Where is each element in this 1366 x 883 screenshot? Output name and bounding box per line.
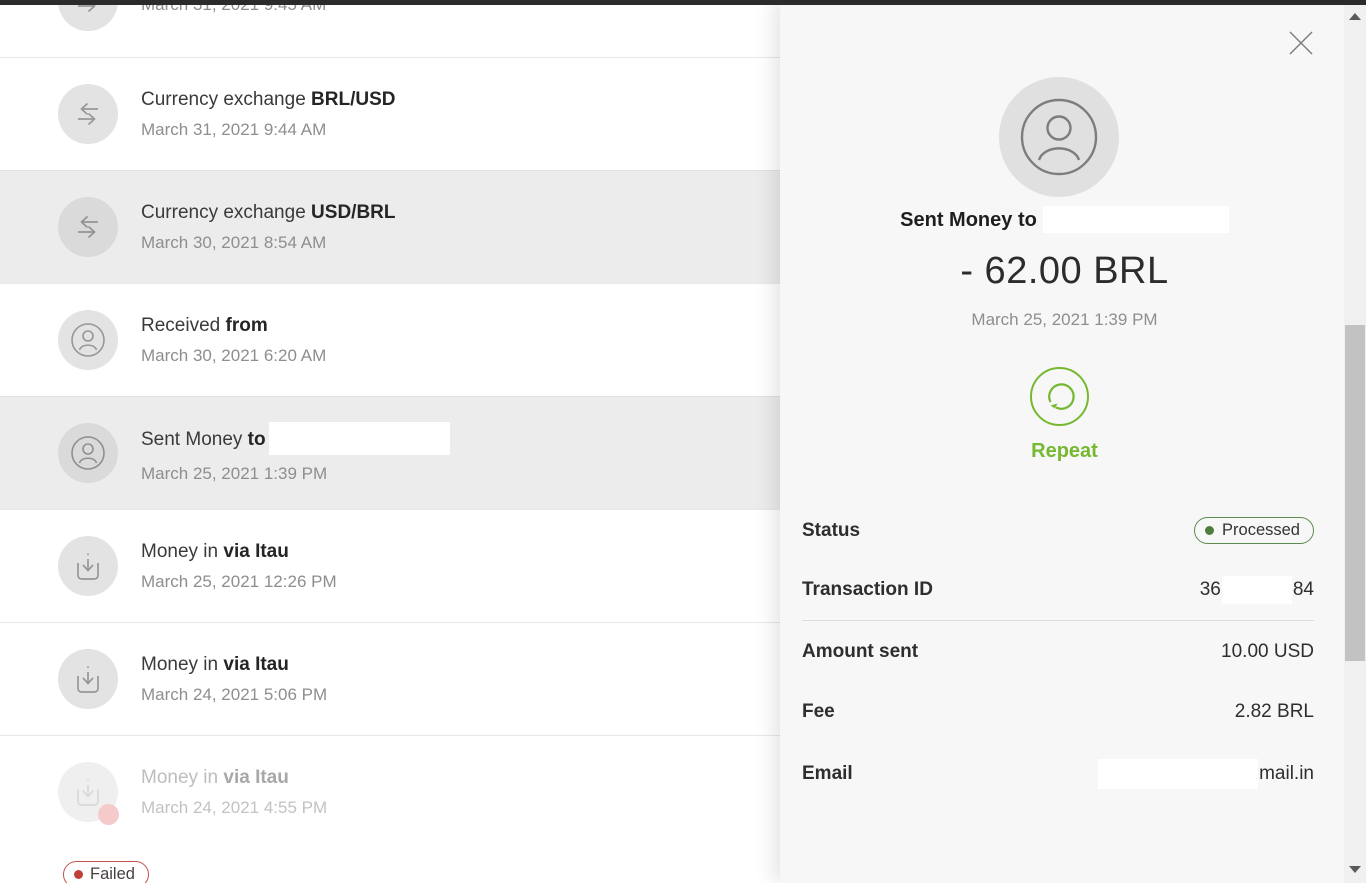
list-item[interactable]: Money in via Itau March 25, 2021 12:26 P… <box>0 509 780 622</box>
person-icon <box>58 310 118 370</box>
transactions-page: March 31, 2021 9:45 AM Currency exchange… <box>0 0 1366 883</box>
scrollbar-thumb[interactable] <box>1345 325 1365 661</box>
panel-title: Sent Money to <box>780 206 1349 233</box>
failed-badge-label: Failed <box>90 865 135 883</box>
status-label: Status <box>802 520 860 542</box>
scrollbar[interactable] <box>1344 0 1366 883</box>
close-icon[interactable] <box>1288 30 1314 56</box>
email-label: Email <box>802 763 853 785</box>
currency-exchange-icon <box>58 197 118 257</box>
transaction-list: March 31, 2021 9:45 AM Currency exchange… <box>0 0 780 883</box>
list-item[interactable]: Currency exchange USD/BRL March 30, 2021… <box>0 170 780 283</box>
email-row: Email mail.in <box>802 759 1314 789</box>
list-item[interactable]: Money in via Itau March 24, 2021 4:55 PM <box>0 735 780 848</box>
failed-indicator-dot <box>98 804 119 825</box>
fee-row: Fee 2.82 BRL <box>802 701 1314 723</box>
amount-sent-row: Amount sent 10.00 USD <box>802 641 1314 663</box>
transaction-date: March 31, 2021 9:44 AM <box>141 120 396 140</box>
failed-dot-icon <box>74 870 83 879</box>
transaction-amount: - 62.00 BRL <box>780 250 1349 293</box>
repeat-button[interactable]: Repeat <box>780 440 1349 463</box>
transaction-date: March 25, 2021 12:26 PM <box>141 572 337 592</box>
email-value: mail.in <box>1098 759 1314 789</box>
top-dark-bar <box>0 0 1366 5</box>
amount-sent-label: Amount sent <box>802 641 918 663</box>
list-item[interactable]: Money in via Itau March 24, 2021 5:06 PM <box>0 622 780 735</box>
transaction-datetime: March 25, 2021 1:39 PM <box>780 310 1349 330</box>
list-item[interactable]: March 31, 2021 9:45 AM <box>0 0 780 57</box>
currency-exchange-icon <box>58 84 118 144</box>
transaction-title: Currency exchange USD/BRL <box>141 202 396 224</box>
transaction-date: March 24, 2021 4:55 PM <box>141 798 327 818</box>
transaction-date: March 25, 2021 1:39 PM <box>141 464 450 484</box>
amount-sent-value: 10.00 USD <box>1221 641 1314 663</box>
transaction-title: Sent Money to <box>141 422 450 455</box>
status-row: Status Processed <box>802 517 1314 544</box>
recipient-avatar <box>999 77 1119 197</box>
detail-divider <box>802 620 1314 621</box>
redacted-recipient-name <box>269 422 450 455</box>
scroll-down-arrow-icon[interactable] <box>1349 866 1361 873</box>
transaction-title: Received from <box>141 315 326 337</box>
failed-status-badge: Failed <box>63 861 149 883</box>
transaction-title: Currency exchange BRL/USD <box>141 89 396 111</box>
fee-label: Fee <box>802 701 835 723</box>
redacted-email <box>1098 759 1258 789</box>
transaction-detail-panel: Sent Money to - 62.00 BRL March 25, 2021… <box>780 0 1349 883</box>
redacted-transaction-id <box>1222 576 1292 604</box>
transaction-id-value: 3684 <box>1200 576 1314 604</box>
transaction-title: Money in via Itau <box>141 541 337 563</box>
scroll-up-arrow-icon[interactable] <box>1349 13 1361 20</box>
transaction-date: March 24, 2021 5:06 PM <box>141 685 327 705</box>
transaction-date: March 30, 2021 8:54 AM <box>141 233 396 253</box>
transaction-date: March 30, 2021 6:20 AM <box>141 346 326 366</box>
list-item[interactable]: Currency exchange BRL/USD March 31, 2021… <box>0 57 780 170</box>
fee-value: 2.82 BRL <box>1235 701 1314 723</box>
redacted-recipient-name <box>1043 206 1229 233</box>
transaction-title: Money in via Itau <box>141 654 327 676</box>
status-badge: Processed <box>1194 517 1314 544</box>
person-icon <box>58 423 118 483</box>
transaction-title: Money in via Itau <box>141 767 327 789</box>
status-dot-icon <box>1205 526 1214 535</box>
money-in-icon <box>58 649 118 709</box>
status-value: Processed <box>1222 521 1300 540</box>
transaction-id-row: Transaction ID 3684 <box>802 576 1314 604</box>
money-in-icon <box>58 762 118 822</box>
list-item[interactable]: Received from March 30, 2021 6:20 AM <box>0 283 780 396</box>
transaction-id-label: Transaction ID <box>802 579 933 601</box>
money-in-icon <box>58 536 118 596</box>
repeat-icon[interactable] <box>1029 366 1090 427</box>
list-item[interactable]: Sent Money to March 25, 2021 1:39 PM <box>0 396 780 509</box>
